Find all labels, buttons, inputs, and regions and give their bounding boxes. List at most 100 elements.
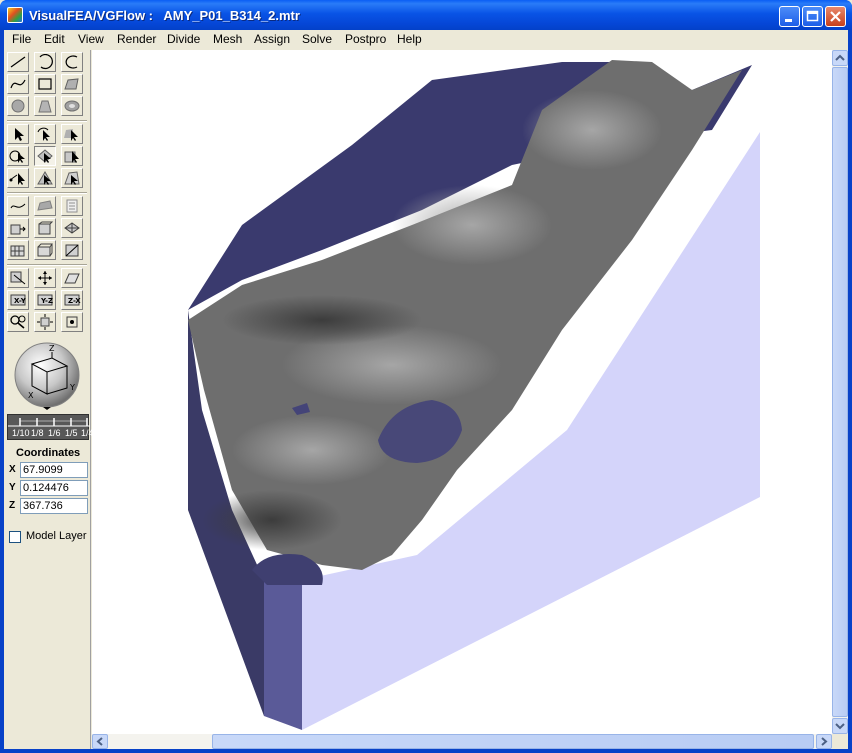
scroll-left-button[interactable]: [92, 734, 108, 749]
cylinder-icon: [38, 100, 52, 113]
select-surface-icon: [64, 129, 78, 141]
app-icon[interactable]: [7, 7, 23, 23]
cylinder-tool-button[interactable]: [34, 96, 56, 116]
menu-view[interactable]: View: [78, 32, 104, 46]
zoom-all-icon: [37, 314, 53, 330]
select-element-button[interactable]: [34, 168, 56, 188]
coord-x-field[interactable]: 67.9099: [20, 462, 88, 478]
menu-edit[interactable]: Edit: [44, 32, 65, 46]
terrain-model-render[interactable]: [92, 50, 832, 734]
block-divide-icon: [37, 243, 53, 257]
menu-file[interactable]: File: [12, 32, 31, 46]
horizontal-scrollbar[interactable]: [92, 734, 832, 749]
select-volume-icon: [64, 151, 79, 163]
menu-help[interactable]: Help: [397, 32, 422, 46]
coord-z-field[interactable]: 367.736: [20, 498, 88, 514]
select-curve-button[interactable]: [34, 124, 56, 144]
pan-icon: [38, 271, 52, 285]
select-loop-icon: [9, 150, 25, 163]
view-plane-button[interactable]: [61, 268, 83, 288]
sweep-surface-icon: [37, 200, 53, 211]
view-fit-button[interactable]: [7, 268, 29, 288]
line-tool-button[interactable]: [7, 52, 29, 72]
model-layer-checkbox[interactable]: [9, 531, 21, 543]
title-bar[interactable]: VisualFEA/VGFlow : AMY_P01_B314_2.mtr: [0, 0, 852, 30]
menu-mesh[interactable]: Mesh: [213, 32, 242, 46]
view-orientation-cube[interactable]: Z X Y: [12, 340, 82, 410]
select-point-button[interactable]: [7, 124, 29, 144]
scroll-down-button[interactable]: [832, 718, 848, 734]
revolve-button[interactable]: [34, 218, 56, 238]
toolbar-separator: [7, 264, 87, 266]
torus-tool-button[interactable]: [61, 96, 83, 116]
vertical-scrollbar[interactable]: [832, 50, 848, 734]
client-area: File Edit View Render Divide Mesh Assign…: [4, 30, 848, 749]
scroll-right-button[interactable]: [816, 734, 832, 749]
window-title: VisualFEA/VGFlow : AMY_P01_B314_2.mtr: [29, 8, 300, 23]
extrude-button[interactable]: [7, 218, 29, 238]
circle-arc-tool-button[interactable]: [61, 52, 83, 72]
zoom-all-button[interactable]: [34, 312, 56, 332]
axis-x-label: X: [28, 391, 34, 400]
scale-label: 1/10: [12, 428, 30, 438]
terrain-shadow: [222, 295, 422, 345]
select-curve-icon: [37, 127, 50, 141]
chevron-up-icon: [835, 54, 845, 61]
select-region-button[interactable]: [61, 168, 83, 188]
horizontal-scroll-thumb[interactable]: [212, 734, 814, 749]
maximize-icon: [806, 10, 819, 22]
grid-block-button[interactable]: [7, 240, 29, 260]
minimize-button[interactable]: [779, 6, 800, 27]
spline-tool-button[interactable]: [7, 74, 29, 94]
model-viewport[interactable]: [92, 50, 832, 734]
surface-icon: [64, 78, 79, 90]
sweep-curve-button[interactable]: [7, 196, 29, 216]
model-layer-label: Model Layer: [26, 530, 87, 542]
rectangle-tool-button[interactable]: [34, 74, 56, 94]
block-divide-button[interactable]: [34, 240, 56, 260]
sphere-icon: [11, 99, 25, 113]
arc-tool-button[interactable]: [34, 52, 56, 72]
vertical-scroll-thumb[interactable]: [832, 67, 848, 717]
menu-solve[interactable]: Solve: [302, 32, 332, 46]
sphere-tool-button[interactable]: [7, 96, 29, 116]
cut-block-button[interactable]: [61, 240, 83, 260]
select-face-icon: [37, 149, 53, 163]
menu-assign[interactable]: Assign: [254, 32, 290, 46]
menu-postpro[interactable]: Postpro: [345, 32, 386, 46]
select-surface-button[interactable]: [61, 124, 83, 144]
list-button[interactable]: [61, 196, 83, 216]
tool-palette: X-Y Y-Z Z-X Z X Y 1/10 1/8 1/6 1/5 1/4 C…: [4, 50, 94, 749]
spline-icon: [10, 79, 26, 89]
scale-selector[interactable]: 1/10 1/8 1/6 1/5 1/4: [7, 414, 94, 440]
menu-render[interactable]: Render: [117, 32, 156, 46]
center-view-button[interactable]: [61, 312, 83, 332]
coord-y-field[interactable]: 0.124476: [20, 480, 88, 496]
select-element-icon: [37, 171, 53, 185]
menu-divide[interactable]: Divide: [167, 32, 200, 46]
view-zx-button[interactable]: Z-X: [61, 290, 83, 310]
size-grip[interactable]: [832, 734, 848, 749]
select-volume-button[interactable]: [61, 146, 83, 166]
axis-y-label: Y: [69, 383, 75, 392]
view-xy-button[interactable]: X-Y: [7, 290, 29, 310]
select-region-icon: [64, 171, 80, 185]
close-icon: [830, 11, 841, 22]
toolbar-separator: [7, 120, 87, 122]
scale-label: 1/8: [31, 428, 44, 438]
view-yz-icon: Y-Z: [37, 294, 53, 306]
mesh-block-button[interactable]: [61, 218, 83, 238]
select-face-button[interactable]: [34, 146, 56, 166]
select-loop-button[interactable]: [7, 146, 29, 166]
menu-bar: File Edit View Render Divide Mesh Assign…: [4, 30, 848, 49]
close-button[interactable]: [825, 6, 846, 27]
sweep-surface-button[interactable]: [34, 196, 56, 216]
view-pan-button[interactable]: [34, 268, 56, 288]
select-node-button[interactable]: [7, 168, 29, 188]
scroll-up-button[interactable]: [832, 50, 848, 66]
view-yz-button[interactable]: Y-Z: [34, 290, 56, 310]
zoom-button[interactable]: [7, 312, 29, 332]
list-icon: [66, 199, 78, 213]
maximize-button[interactable]: [802, 6, 823, 27]
surface-tool-button[interactable]: [61, 74, 83, 94]
